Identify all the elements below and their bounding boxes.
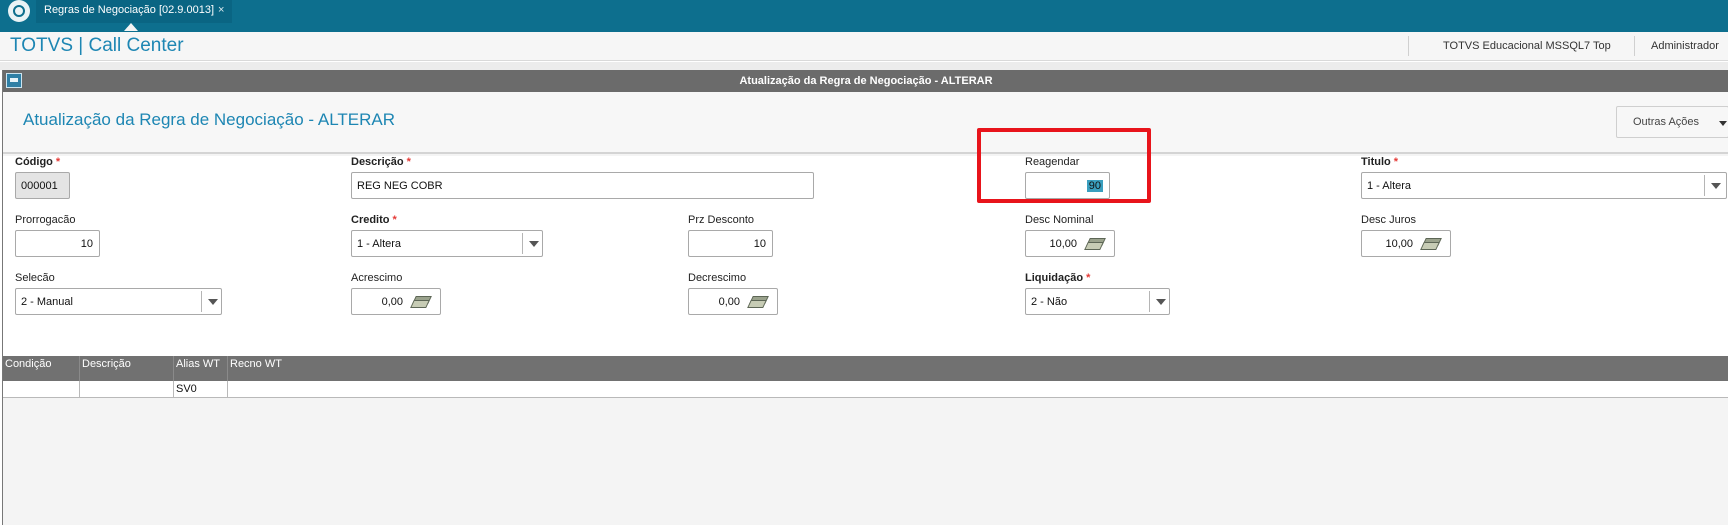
table-cell bbox=[80, 381, 174, 397]
totvs-logo-icon[interactable] bbox=[8, 0, 30, 22]
codigo-field[interactable]: 000001 bbox=[15, 172, 70, 199]
app-root: Regras de Negociação [02.9.0013] × TOTVS … bbox=[0, 0, 1728, 525]
prz-desconto-label: Prz Desconto bbox=[688, 214, 755, 226]
app-title: TOTVS | Call Center bbox=[10, 35, 184, 56]
desc-juros-field[interactable]: 10,00 bbox=[1361, 230, 1451, 257]
conditions-grid: Condição Descrição Alias WT Recno WT SV0 bbox=[3, 356, 1728, 525]
window-titlebar: Atualização da Regra de Negociação - ALT… bbox=[3, 70, 1728, 92]
table-cell bbox=[228, 381, 1728, 397]
money-icon[interactable] bbox=[410, 296, 432, 308]
prorrogacao-field[interactable]: 10 bbox=[15, 230, 100, 257]
acrescimo-label: Acrescimo bbox=[351, 272, 403, 284]
other-actions-label: Outras Ações bbox=[1633, 116, 1700, 128]
titulo-label: Titulo * bbox=[1361, 156, 1399, 168]
titulo-select[interactable]: 1 - Altera bbox=[1361, 172, 1727, 199]
window-icon[interactable] bbox=[6, 73, 22, 88]
chevron-down-icon bbox=[1719, 121, 1727, 126]
selecao-label: Selecão bbox=[15, 272, 55, 284]
table-row[interactable]: SV0 bbox=[3, 381, 1728, 398]
descricao-label: Descrição * bbox=[351, 156, 411, 168]
liquidacao-label: Liquidação * bbox=[1025, 272, 1091, 284]
decrescimo-field[interactable]: 0,00 bbox=[688, 288, 778, 315]
header-divider bbox=[1408, 36, 1409, 56]
table-cell: SV0 bbox=[174, 381, 228, 397]
desc-juros-label: Desc Juros bbox=[1361, 214, 1417, 226]
money-icon[interactable] bbox=[1420, 238, 1442, 250]
header-strip bbox=[0, 62, 1728, 70]
column-header-descricao[interactable]: Descrição bbox=[80, 356, 174, 381]
dialog-window: Atualização da Regra de Negociação - ALT… bbox=[2, 70, 1728, 525]
chevron-down-icon bbox=[529, 241, 539, 247]
active-tab-pointer bbox=[124, 23, 138, 31]
top-tab-bar: Regras de Negociação [02.9.0013] × bbox=[0, 0, 1728, 32]
page-title: Atualização da Regra de Negociação - ALT… bbox=[23, 110, 395, 129]
acrescimo-field[interactable]: 0,00 bbox=[351, 288, 441, 315]
liquidacao-select[interactable]: 2 - Não bbox=[1025, 288, 1170, 315]
column-header-recno-wt[interactable]: Recno WT bbox=[228, 356, 1728, 381]
column-header-alias-wt[interactable]: Alias WT bbox=[174, 356, 228, 381]
window-title: Atualização da Regra de Negociação - ALT… bbox=[739, 75, 993, 87]
chevron-down-icon bbox=[1156, 299, 1166, 305]
app-header: TOTVS | Call Center TOTVS Educacional MS… bbox=[0, 32, 1728, 61]
tab-regras-negociacao[interactable]: Regras de Negociação [02.9.0013] × bbox=[36, 0, 233, 23]
prorrogacao-label: Prorrogacão bbox=[15, 214, 76, 226]
credito-select[interactable]: 1 - Altera bbox=[351, 230, 543, 257]
desc-nominal-label: Desc Nominal bbox=[1025, 214, 1094, 226]
table-cell bbox=[3, 381, 80, 397]
descricao-field[interactable]: REG NEG COBR bbox=[351, 172, 814, 199]
page-header: Atualização da Regra de Negociação - ALT… bbox=[3, 92, 1728, 154]
grid-header: Condição Descrição Alias WT Recno WT bbox=[3, 356, 1728, 381]
money-icon[interactable] bbox=[1084, 238, 1106, 250]
chevron-down-icon bbox=[1711, 183, 1721, 189]
column-header-condicao[interactable]: Condição bbox=[3, 356, 80, 381]
highlight-annotation bbox=[977, 128, 1151, 203]
header-divider bbox=[1634, 36, 1635, 56]
money-icon[interactable] bbox=[747, 296, 769, 308]
decrescimo-label: Decrescimo bbox=[688, 272, 747, 284]
tab-label: Regras de Negociação [02.9.0013] bbox=[44, 4, 215, 16]
user-label[interactable]: Administrador bbox=[1651, 40, 1719, 52]
selecao-select[interactable]: 2 - Manual bbox=[15, 288, 222, 315]
desc-nominal-field[interactable]: 10,00 bbox=[1025, 230, 1115, 257]
close-tab-icon[interactable]: × bbox=[218, 4, 224, 16]
codigo-label: Código * bbox=[15, 156, 61, 168]
environment-label[interactable]: TOTVS Educacional MSSQL7 Top bbox=[1443, 40, 1611, 52]
chevron-down-icon bbox=[208, 299, 218, 305]
prz-desconto-field[interactable]: 10 bbox=[688, 230, 773, 257]
other-actions-button[interactable]: Outras Ações bbox=[1616, 106, 1728, 138]
credito-label: Credito * bbox=[351, 214, 397, 226]
